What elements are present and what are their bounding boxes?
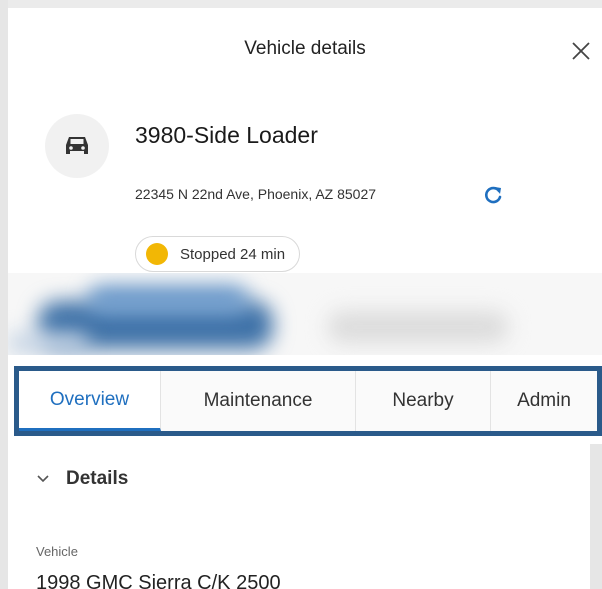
vehicle-field-value: 1998 GMC Sierra C/K 2500 <box>36 572 281 589</box>
close-button[interactable] <box>566 36 596 66</box>
window-top-edge <box>0 0 602 8</box>
refresh-icon[interactable] <box>482 184 504 206</box>
close-icon <box>572 42 590 60</box>
scrollbar[interactable] <box>590 444 602 589</box>
tab-bar: Overview Maintenance Nearby Admin <box>14 366 602 436</box>
tab-maintenance[interactable]: Maintenance <box>161 371 356 431</box>
vehicle-name: 3980-Side Loader <box>135 122 318 148</box>
vehicle-address: 22345 N 22nd Ave, Phoenix, AZ 85027 <box>135 186 377 202</box>
window-left-edge <box>0 0 8 589</box>
panel-header: Vehicle details <box>8 8 602 90</box>
vehicle-avatar <box>45 114 109 178</box>
chevron-down-icon <box>37 475 49 483</box>
redacted-region <box>8 273 602 355</box>
details-section-title: Details <box>66 468 129 489</box>
status-badge: Stopped 24 min <box>135 236 301 272</box>
panel-title: Vehicle details <box>244 38 366 59</box>
details-section-toggle[interactable]: Details <box>36 468 128 490</box>
vehicle-field-label: Vehicle <box>36 544 78 559</box>
vehicle-details-panel: Vehicle details 3980-Side Loader 22345 N… <box>8 8 602 589</box>
status-indicator <box>146 243 168 265</box>
tab-admin[interactable]: Admin <box>491 371 597 431</box>
tab-overview[interactable]: Overview <box>19 371 161 431</box>
car-icon <box>66 137 88 154</box>
status-text: Stopped 24 min <box>180 245 286 263</box>
tab-nearby[interactable]: Nearby <box>356 371 491 431</box>
